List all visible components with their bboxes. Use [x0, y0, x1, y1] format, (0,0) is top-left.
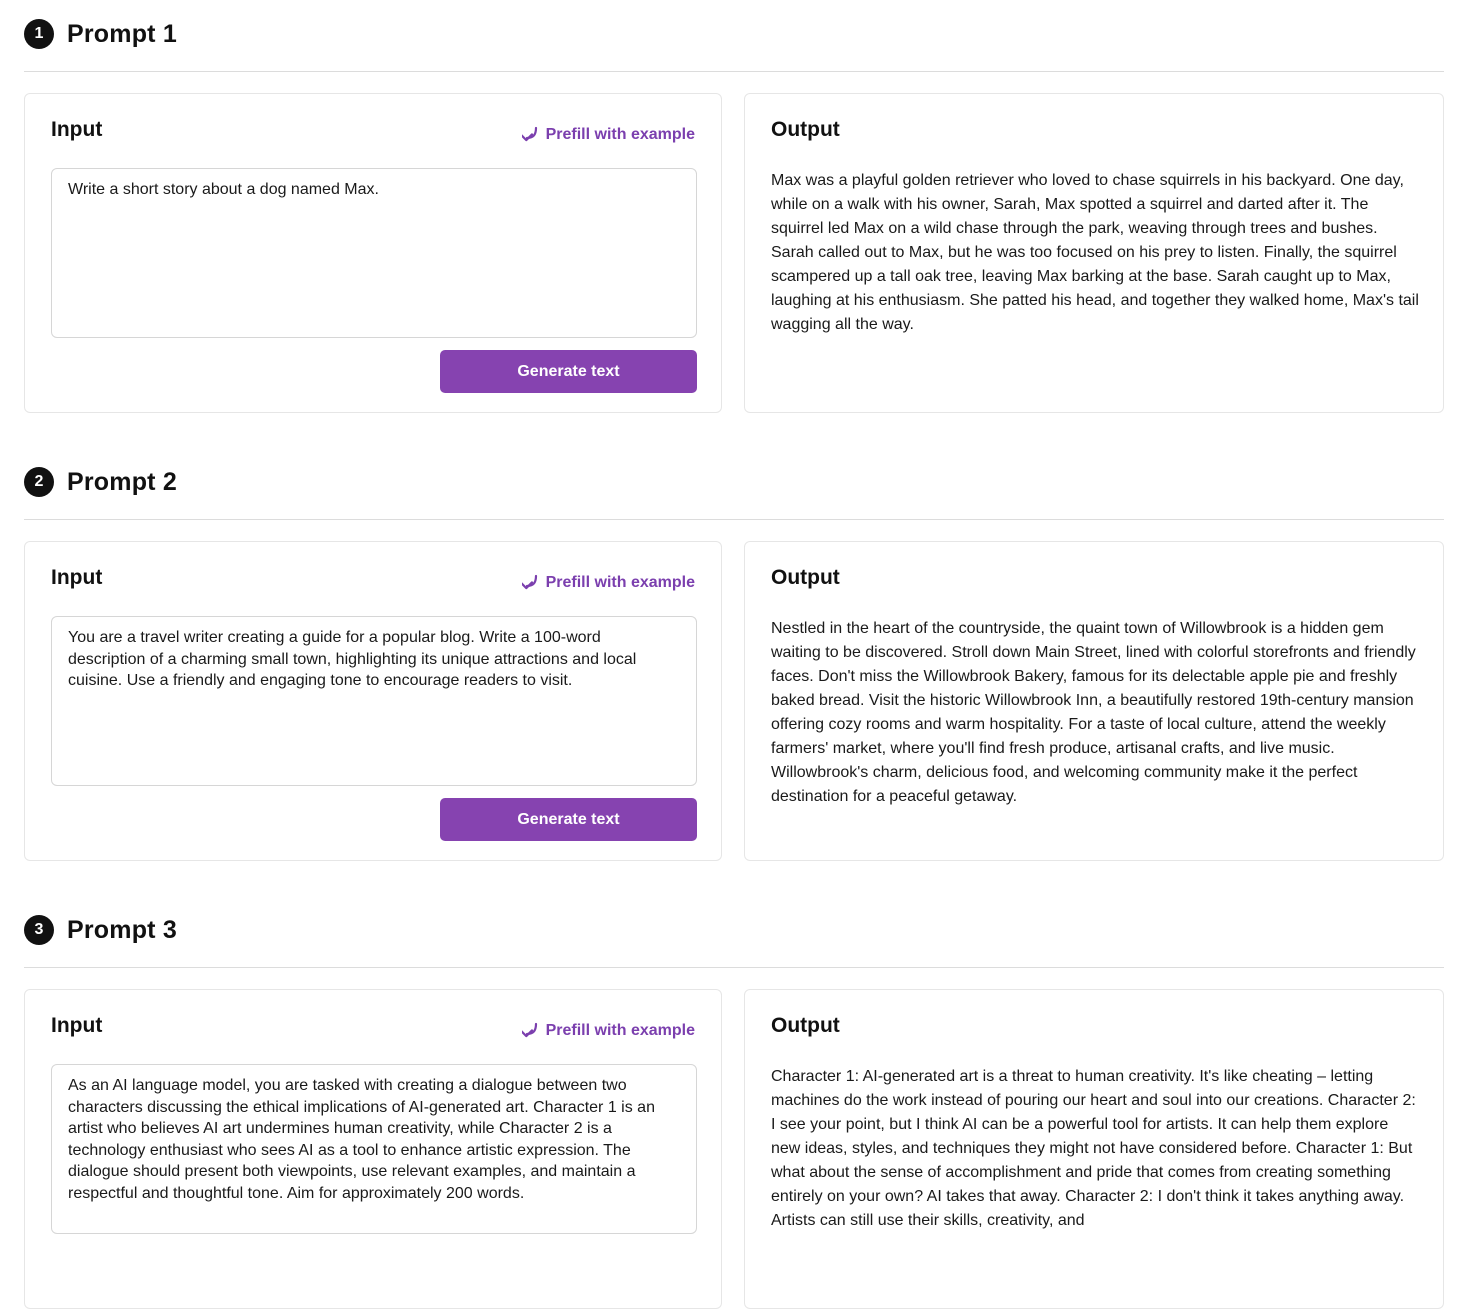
input-title: Input — [51, 566, 103, 589]
prefill-button[interactable]: Prefill with example — [521, 126, 695, 144]
prompt-input[interactable]: As an AI language model, you are tasked … — [51, 1064, 697, 1234]
output-text: Character 1: AI-generated art is a threa… — [771, 1068, 1416, 1229]
output-text: Max was a playful golden retriever who l… — [771, 172, 1419, 333]
step-number-badge: 2 — [24, 467, 54, 497]
output-title: Output — [771, 118, 840, 141]
arrow-down-left-curve-icon — [521, 574, 537, 590]
section-divider — [24, 967, 1444, 968]
step-number-badge: 3 — [24, 915, 54, 945]
section-header: 2 Prompt 2 — [24, 462, 177, 502]
prefill-button[interactable]: Prefill with example — [521, 1022, 695, 1040]
input-card: Input Prefill with example Write a short… — [24, 93, 722, 413]
input-card: Input Prefill with example As an AI lang… — [24, 989, 722, 1309]
section-divider — [24, 71, 1444, 72]
section-title: Prompt 3 — [67, 915, 177, 944]
section-title: Prompt 2 — [67, 467, 177, 496]
prefill-label: Prefill with example — [545, 126, 695, 143]
generate-text-button[interactable]: Generate text — [440, 798, 697, 841]
prefill-button[interactable]: Prefill with example — [521, 574, 695, 592]
input-title: Input — [51, 118, 103, 141]
output-card: Output Nestled in the heart of the count… — [744, 541, 1444, 861]
prompt-input[interactable]: Write a short story about a dog named Ma… — [51, 168, 697, 338]
input-title: Input — [51, 1014, 103, 1037]
arrow-down-left-curve-icon — [521, 1022, 537, 1038]
output-card: Output Character 1: AI-generated art is … — [744, 989, 1444, 1309]
prefill-label: Prefill with example — [545, 1022, 695, 1039]
section-divider — [24, 519, 1444, 520]
input-card: Input Prefill with example You are a tra… — [24, 541, 722, 861]
output-title: Output — [771, 1014, 840, 1037]
step-number-badge: 1 — [24, 19, 54, 49]
section-header: 1 Prompt 1 — [24, 14, 177, 54]
arrow-down-left-curve-icon — [521, 126, 537, 142]
output-card: Output Max was a playful golden retrieve… — [744, 93, 1444, 413]
output-title: Output — [771, 566, 840, 589]
prompt-input[interactable]: You are a travel writer creating a guide… — [51, 616, 697, 786]
section-title: Prompt 1 — [67, 19, 177, 48]
prefill-label: Prefill with example — [545, 574, 695, 591]
output-text: Nestled in the heart of the countryside,… — [771, 620, 1416, 805]
section-header: 3 Prompt 3 — [24, 910, 177, 950]
generate-text-button[interactable]: Generate text — [440, 350, 697, 393]
